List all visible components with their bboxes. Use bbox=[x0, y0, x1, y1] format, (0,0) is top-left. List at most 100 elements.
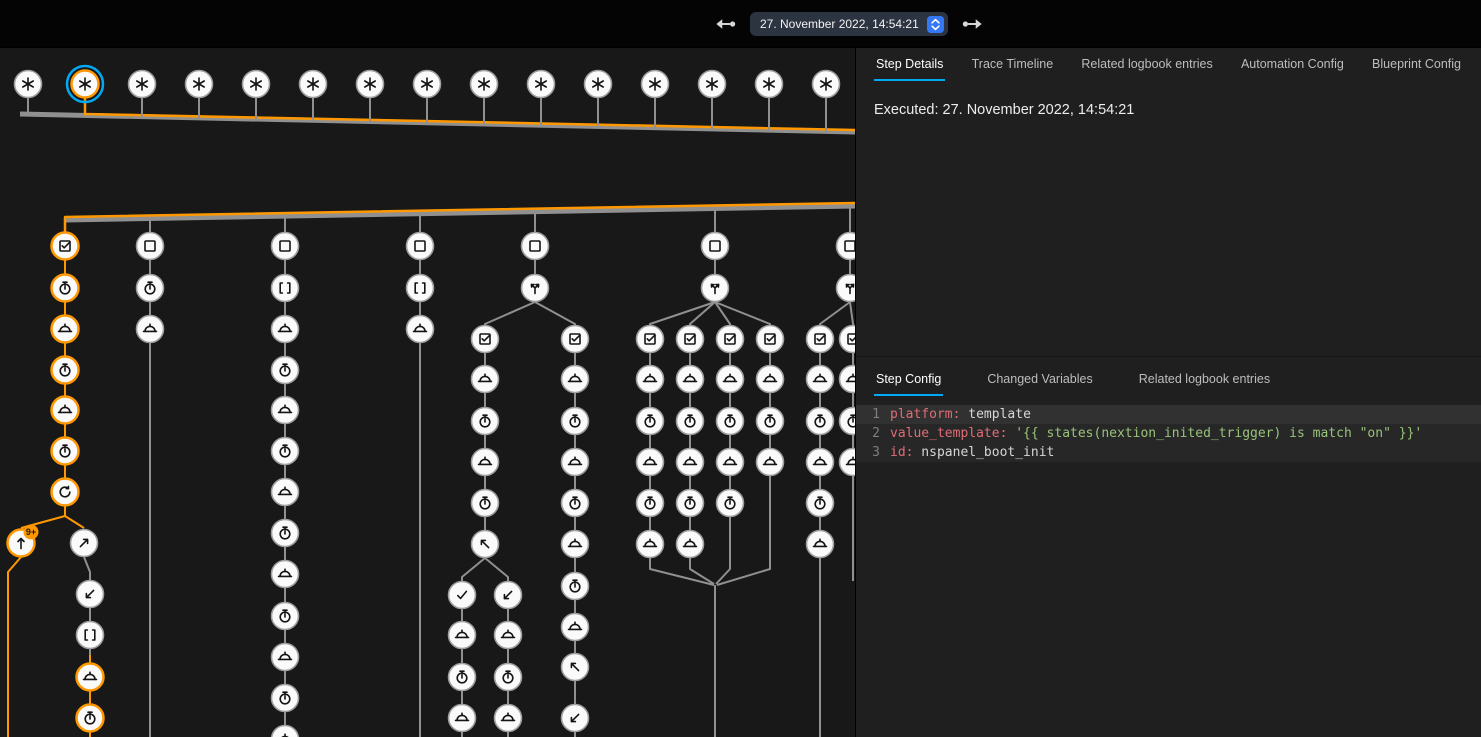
trace-node-asterisk-icon[interactable] bbox=[129, 71, 156, 98]
trace-node-timer-icon[interactable] bbox=[272, 357, 299, 384]
trace-node-timer-icon[interactable] bbox=[717, 408, 744, 435]
trace-node-brackets-icon[interactable] bbox=[407, 275, 434, 302]
trace-node-dome-icon[interactable] bbox=[757, 366, 784, 393]
trace-node-dome-icon[interactable] bbox=[677, 449, 704, 476]
trace-node-dome-icon[interactable] bbox=[562, 614, 589, 641]
trace-node-dome-icon[interactable] bbox=[677, 366, 704, 393]
trace-node-dome-icon[interactable] bbox=[637, 531, 664, 558]
trace-node-square-icon[interactable] bbox=[702, 233, 729, 260]
trace-node-dome-icon[interactable] bbox=[52, 316, 79, 343]
trace-node-arrow-up-icon[interactable]: 9+ bbox=[8, 525, 39, 557]
trace-node-brackets-icon[interactable] bbox=[272, 275, 299, 302]
trace-node-asterisk-icon[interactable] bbox=[414, 71, 441, 98]
trace-node-check-square-icon[interactable] bbox=[472, 326, 499, 353]
yaml-code-block[interactable]: 1 platform: template 2 value_template: '… bbox=[856, 405, 1481, 462]
trace-node-timer-icon[interactable] bbox=[52, 357, 79, 384]
trace-node-timer-icon[interactable] bbox=[77, 705, 104, 732]
tab-changed-variables[interactable]: Changed Variables bbox=[985, 363, 1094, 396]
trace-node-timer-icon[interactable] bbox=[677, 408, 704, 435]
trace-node-dome-icon[interactable] bbox=[717, 366, 744, 393]
trace-node-dome-icon[interactable] bbox=[272, 397, 299, 424]
tab-related-logbook-entries-bottom[interactable]: Related logbook entries bbox=[1137, 363, 1272, 396]
trace-node-timer-icon[interactable] bbox=[137, 275, 164, 302]
trace-node-timer-icon[interactable] bbox=[840, 408, 856, 435]
trace-node-asterisk-icon[interactable] bbox=[756, 71, 783, 98]
trace-node-check-square-icon[interactable] bbox=[52, 233, 79, 260]
trace-node-repeat-icon[interactable] bbox=[52, 479, 79, 506]
trace-node-dome-icon[interactable] bbox=[272, 644, 299, 671]
trace-node-dome-icon[interactable] bbox=[272, 316, 299, 343]
trace-node-dome-icon[interactable] bbox=[495, 622, 522, 649]
trace-node-check-square-icon[interactable] bbox=[677, 326, 704, 353]
trace-node-timer-icon[interactable] bbox=[562, 490, 589, 517]
tab-step-config[interactable]: Step Config bbox=[874, 363, 943, 396]
trace-node-timer-icon[interactable] bbox=[807, 408, 834, 435]
trace-node-dome-icon[interactable] bbox=[449, 705, 476, 732]
trace-node-dome-icon[interactable] bbox=[272, 561, 299, 588]
trace-node-check-square-icon[interactable] bbox=[717, 326, 744, 353]
trace-node-dome-icon[interactable] bbox=[677, 531, 704, 558]
trace-node-dome-icon[interactable] bbox=[495, 705, 522, 732]
trace-node-timer-icon[interactable] bbox=[495, 664, 522, 691]
trace-node-timer-icon[interactable] bbox=[272, 603, 299, 630]
tab-automation-config[interactable]: Automation Config bbox=[1239, 48, 1346, 81]
trace-node-timer-icon[interactable] bbox=[637, 490, 664, 517]
trace-node-timer-icon[interactable] bbox=[637, 408, 664, 435]
trace-node-asterisk-icon[interactable] bbox=[67, 66, 103, 102]
trace-node-square-icon[interactable] bbox=[522, 233, 549, 260]
trace-node-timer-icon[interactable] bbox=[272, 438, 299, 465]
trace-node-arrow-ne-icon[interactable] bbox=[71, 530, 98, 557]
trace-node-arrow-nw-icon[interactable] bbox=[562, 654, 589, 681]
tab-related-logbook-entries[interactable]: Related logbook entries bbox=[1079, 48, 1214, 81]
trace-node-square-icon[interactable] bbox=[137, 233, 164, 260]
trace-node-dome-icon[interactable] bbox=[562, 449, 589, 476]
trace-node-square-icon[interactable] bbox=[837, 233, 856, 260]
trace-node-dome-icon[interactable] bbox=[840, 449, 856, 476]
trace-node-dome-icon[interactable] bbox=[637, 366, 664, 393]
trace-node-dome-icon[interactable] bbox=[77, 664, 104, 691]
trace-node-asterisk-icon[interactable] bbox=[813, 71, 840, 98]
trace-node-dome-icon[interactable] bbox=[272, 726, 299, 737]
trace-node-choose-icon[interactable] bbox=[702, 275, 729, 302]
trace-timestamp-select[interactable]: 27. November 2022, 14:54:21 bbox=[750, 12, 948, 36]
trace-node-dome-icon[interactable] bbox=[562, 366, 589, 393]
trace-node-timer-icon[interactable] bbox=[562, 408, 589, 435]
trace-node-asterisk-icon[interactable] bbox=[15, 71, 42, 98]
trace-node-dome-icon[interactable] bbox=[807, 531, 834, 558]
tab-step-details[interactable]: Step Details bbox=[874, 48, 945, 81]
trace-node-dome-icon[interactable] bbox=[840, 366, 856, 393]
trace-node-asterisk-icon[interactable] bbox=[585, 71, 612, 98]
trace-node-square-icon[interactable] bbox=[407, 233, 434, 260]
trace-graph-svg[interactable]: 9+ bbox=[0, 48, 855, 737]
trace-node-dome-icon[interactable] bbox=[472, 366, 499, 393]
next-trace-button[interactable] bbox=[960, 11, 986, 37]
previous-trace-button[interactable] bbox=[712, 11, 738, 37]
trace-node-timer-icon[interactable] bbox=[562, 573, 589, 600]
trace-node-dome-icon[interactable] bbox=[52, 397, 79, 424]
trace-node-asterisk-icon[interactable] bbox=[471, 71, 498, 98]
trace-node-check-square-icon[interactable] bbox=[757, 326, 784, 353]
trace-node-arrow-sw-icon[interactable] bbox=[495, 582, 522, 609]
tab-trace-timeline[interactable]: Trace Timeline bbox=[970, 48, 1056, 81]
trace-node-timer-icon[interactable] bbox=[272, 520, 299, 547]
trace-node-dome-icon[interactable] bbox=[717, 449, 744, 476]
trace-node-asterisk-icon[interactable] bbox=[699, 71, 726, 98]
trace-node-arrow-sw-icon[interactable] bbox=[77, 581, 104, 608]
trace-node-arrow-nw-icon[interactable] bbox=[472, 531, 499, 558]
trace-node-timer-icon[interactable] bbox=[807, 490, 834, 517]
trace-node-check-icon[interactable] bbox=[449, 582, 476, 609]
trace-node-dome-icon[interactable] bbox=[272, 479, 299, 506]
trace-node-dome-icon[interactable] bbox=[807, 449, 834, 476]
trace-node-timer-icon[interactable] bbox=[472, 490, 499, 517]
trace-node-timer-icon[interactable] bbox=[52, 438, 79, 465]
trace-node-dome-icon[interactable] bbox=[137, 316, 164, 343]
trace-node-asterisk-icon[interactable] bbox=[357, 71, 384, 98]
trace-node-asterisk-icon[interactable] bbox=[528, 71, 555, 98]
trace-node-dome-icon[interactable] bbox=[449, 622, 476, 649]
trace-node-timer-icon[interactable] bbox=[677, 490, 704, 517]
trace-node-check-square-icon[interactable] bbox=[562, 326, 589, 353]
trace-node-timer-icon[interactable] bbox=[52, 275, 79, 302]
trace-node-dome-icon[interactable] bbox=[562, 531, 589, 558]
trace-node-dome-icon[interactable] bbox=[637, 449, 664, 476]
trace-node-timer-icon[interactable] bbox=[272, 685, 299, 712]
